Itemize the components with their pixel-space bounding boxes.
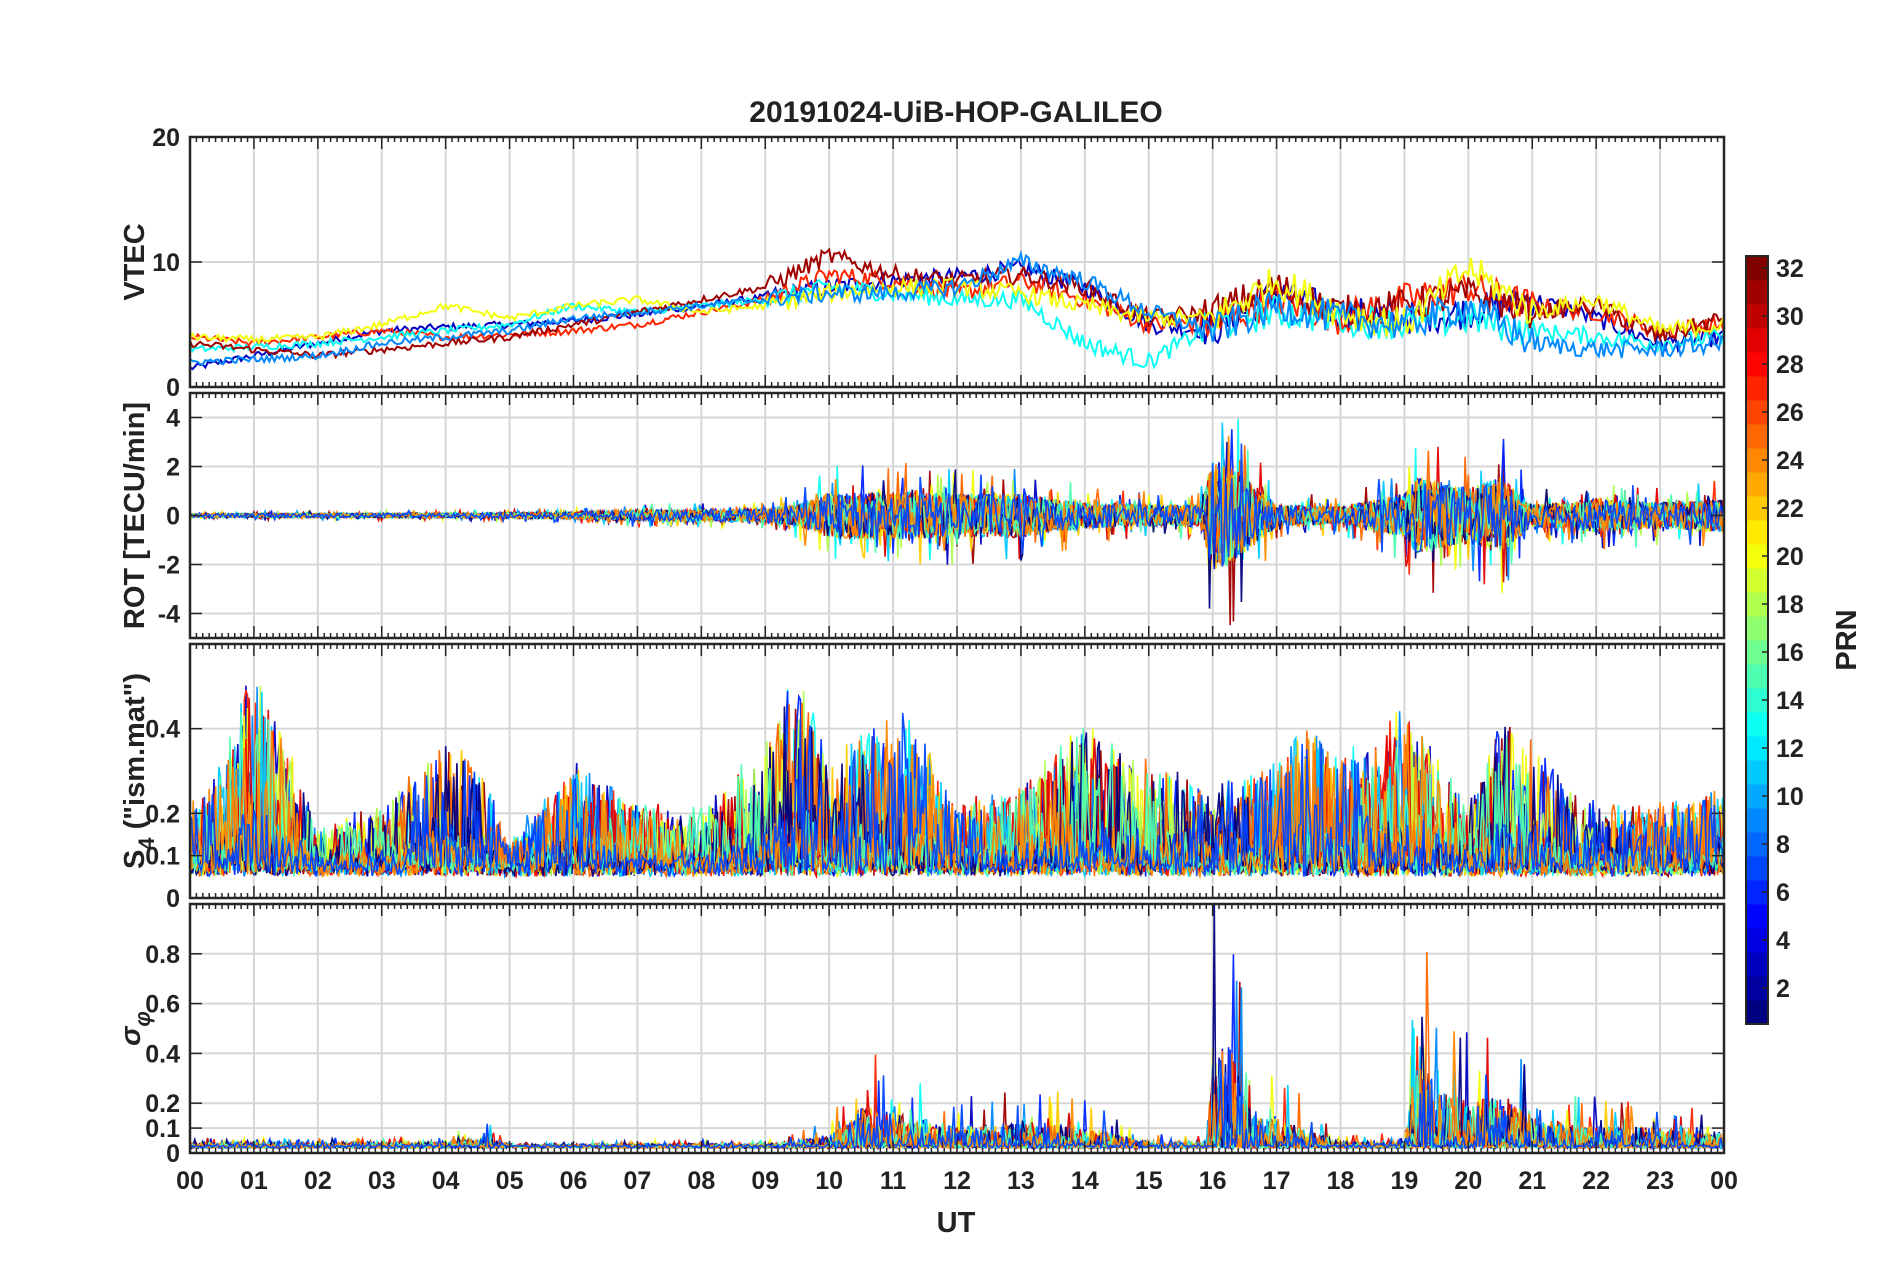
y-axis-label-vtec: VTEC: [119, 223, 151, 300]
colorbar-swatch: [1746, 568, 1768, 593]
x-tick-label: 00: [176, 1167, 204, 1195]
colorbar-tick-label: 4: [1776, 927, 1790, 955]
panel-sigma_phi: 00.10.20.40.60.8σφ: [115, 902, 1726, 1168]
x-tick-label: 16: [1199, 1167, 1227, 1195]
colorbar-tick-label: 20: [1776, 543, 1804, 571]
y-axis-label-rot: ROT [TECU/min]: [119, 402, 151, 629]
colorbar-tick-label: 24: [1776, 447, 1804, 475]
colorbar-tick-label: 2: [1776, 975, 1790, 1003]
panel-rot: -4 -2 0 2 4 ROT [TECU/min]: [119, 391, 1726, 640]
x-tick-label: 23: [1646, 1167, 1674, 1195]
colorbar-swatch: [1746, 616, 1768, 641]
x-tick-label: 08: [687, 1167, 715, 1195]
colorbar-tick-label: 8: [1776, 831, 1790, 859]
y-tick-label: 0.2: [145, 1090, 180, 1118]
y-tick-label: -2: [158, 552, 180, 580]
colorbar-swatch: [1746, 664, 1768, 689]
x-tick-label: 12: [943, 1167, 971, 1195]
y-axis-label-s4: S4 ("ism.mat"): [119, 673, 159, 869]
panels: 01020VTEC-4-2024ROT [TECU/min]00.10.20.4…: [115, 124, 1726, 1168]
colorbar-tick-label: 28: [1776, 351, 1804, 379]
x-tick-label: 01: [240, 1167, 268, 1195]
colorbar-swatch: [1746, 328, 1768, 353]
colorbar-swatch: [1746, 856, 1768, 881]
y-tick-label: 0: [166, 374, 180, 402]
colorbar-tick-label: 22: [1776, 495, 1804, 523]
x-tick-label: 05: [496, 1167, 524, 1195]
colorbar-swatch: [1746, 424, 1768, 449]
colorbar-swatch: [1746, 520, 1768, 545]
colorbar-tick-label: 6: [1776, 879, 1790, 907]
x-axis-label: UT: [937, 1207, 976, 1239]
x-tick-label: 21: [1518, 1167, 1546, 1195]
x-tick-label: 14: [1071, 1167, 1099, 1195]
panel-vtec: 0 10 20 VTEC: [119, 124, 1726, 402]
x-tick-label: 09: [751, 1167, 779, 1195]
x-tick-label: 03: [368, 1167, 396, 1195]
chart-title: 20191024-UiB-HOP-GALILEO: [749, 96, 1162, 129]
x-tick-label: 17: [1263, 1167, 1291, 1195]
colorbar-swatch: [1746, 376, 1768, 401]
colorbar-swatch: [1746, 904, 1768, 929]
x-tick-label: 19: [1391, 1167, 1419, 1195]
x-tick-label: 20: [1454, 1167, 1482, 1195]
colorbar-swatch: [1746, 808, 1768, 833]
x-tick-label: 00: [1710, 1167, 1738, 1195]
y-tick-label: 20: [152, 124, 180, 152]
figure: 20191024-UiB-HOP-GALILEO 01020VTEC-4-202…: [115, 96, 1863, 1239]
y-tick-label: -4: [158, 601, 180, 629]
x-tick-label: 02: [304, 1167, 332, 1195]
colorbar-label: PRN: [1831, 609, 1863, 670]
x-tick-label: 22: [1582, 1167, 1610, 1195]
y-tick-label: 10: [152, 249, 180, 277]
x-tick-label: 07: [624, 1167, 652, 1195]
x-tick-label: 04: [432, 1167, 460, 1195]
y-tick-label: 0: [166, 885, 180, 913]
x-tick-label: 18: [1327, 1167, 1355, 1195]
x-tick-label: 11: [880, 1167, 907, 1195]
x-tick-label: 10: [815, 1167, 843, 1195]
y-tick-label: 0: [166, 503, 180, 531]
colorbar-tick-label: 12: [1776, 735, 1804, 763]
x-tick-label: 06: [560, 1167, 588, 1195]
x-tick-label: 13: [1007, 1167, 1035, 1195]
colorbar-swatch: [1746, 952, 1768, 977]
x-axis: 00 01 02 03 04 05 06 07 08 09 10 11 12 13 14 15 16 17 18 19…: [176, 1167, 1738, 1195]
colorbar-tick-label: 10: [1776, 783, 1804, 811]
y-tick-label: 2: [166, 454, 180, 482]
y-tick-label: 0.1: [145, 1115, 180, 1143]
y-tick-label: 4: [166, 405, 180, 433]
colorbar-tick-label: 18: [1776, 591, 1804, 619]
colorbar-swatch: [1746, 472, 1768, 497]
y-tick-label: 0.4: [145, 1040, 180, 1068]
y-tick-label: 0: [166, 1140, 180, 1168]
panel-s4: 00.10.20.4S4 ("ism.mat"): [119, 642, 1726, 913]
x-tick-label: 15: [1135, 1167, 1163, 1195]
colorbar-tick-label: 26: [1776, 399, 1804, 427]
colorbar-swatch: [1746, 280, 1768, 305]
colorbar: 2468101214161820222426283032: [1745, 255, 1804, 1025]
y-tick-label: 0.8: [145, 941, 180, 969]
colorbar-tick-label: 14: [1776, 687, 1804, 715]
colorbar-swatch: [1746, 1000, 1768, 1025]
colorbar-swatch: [1746, 760, 1768, 785]
colorbar-tick-label: 32: [1776, 255, 1804, 283]
colorbar-tick-label: 30: [1776, 303, 1804, 331]
colorbar-swatch: [1746, 712, 1768, 737]
colorbar-tick-label: 16: [1776, 639, 1804, 667]
